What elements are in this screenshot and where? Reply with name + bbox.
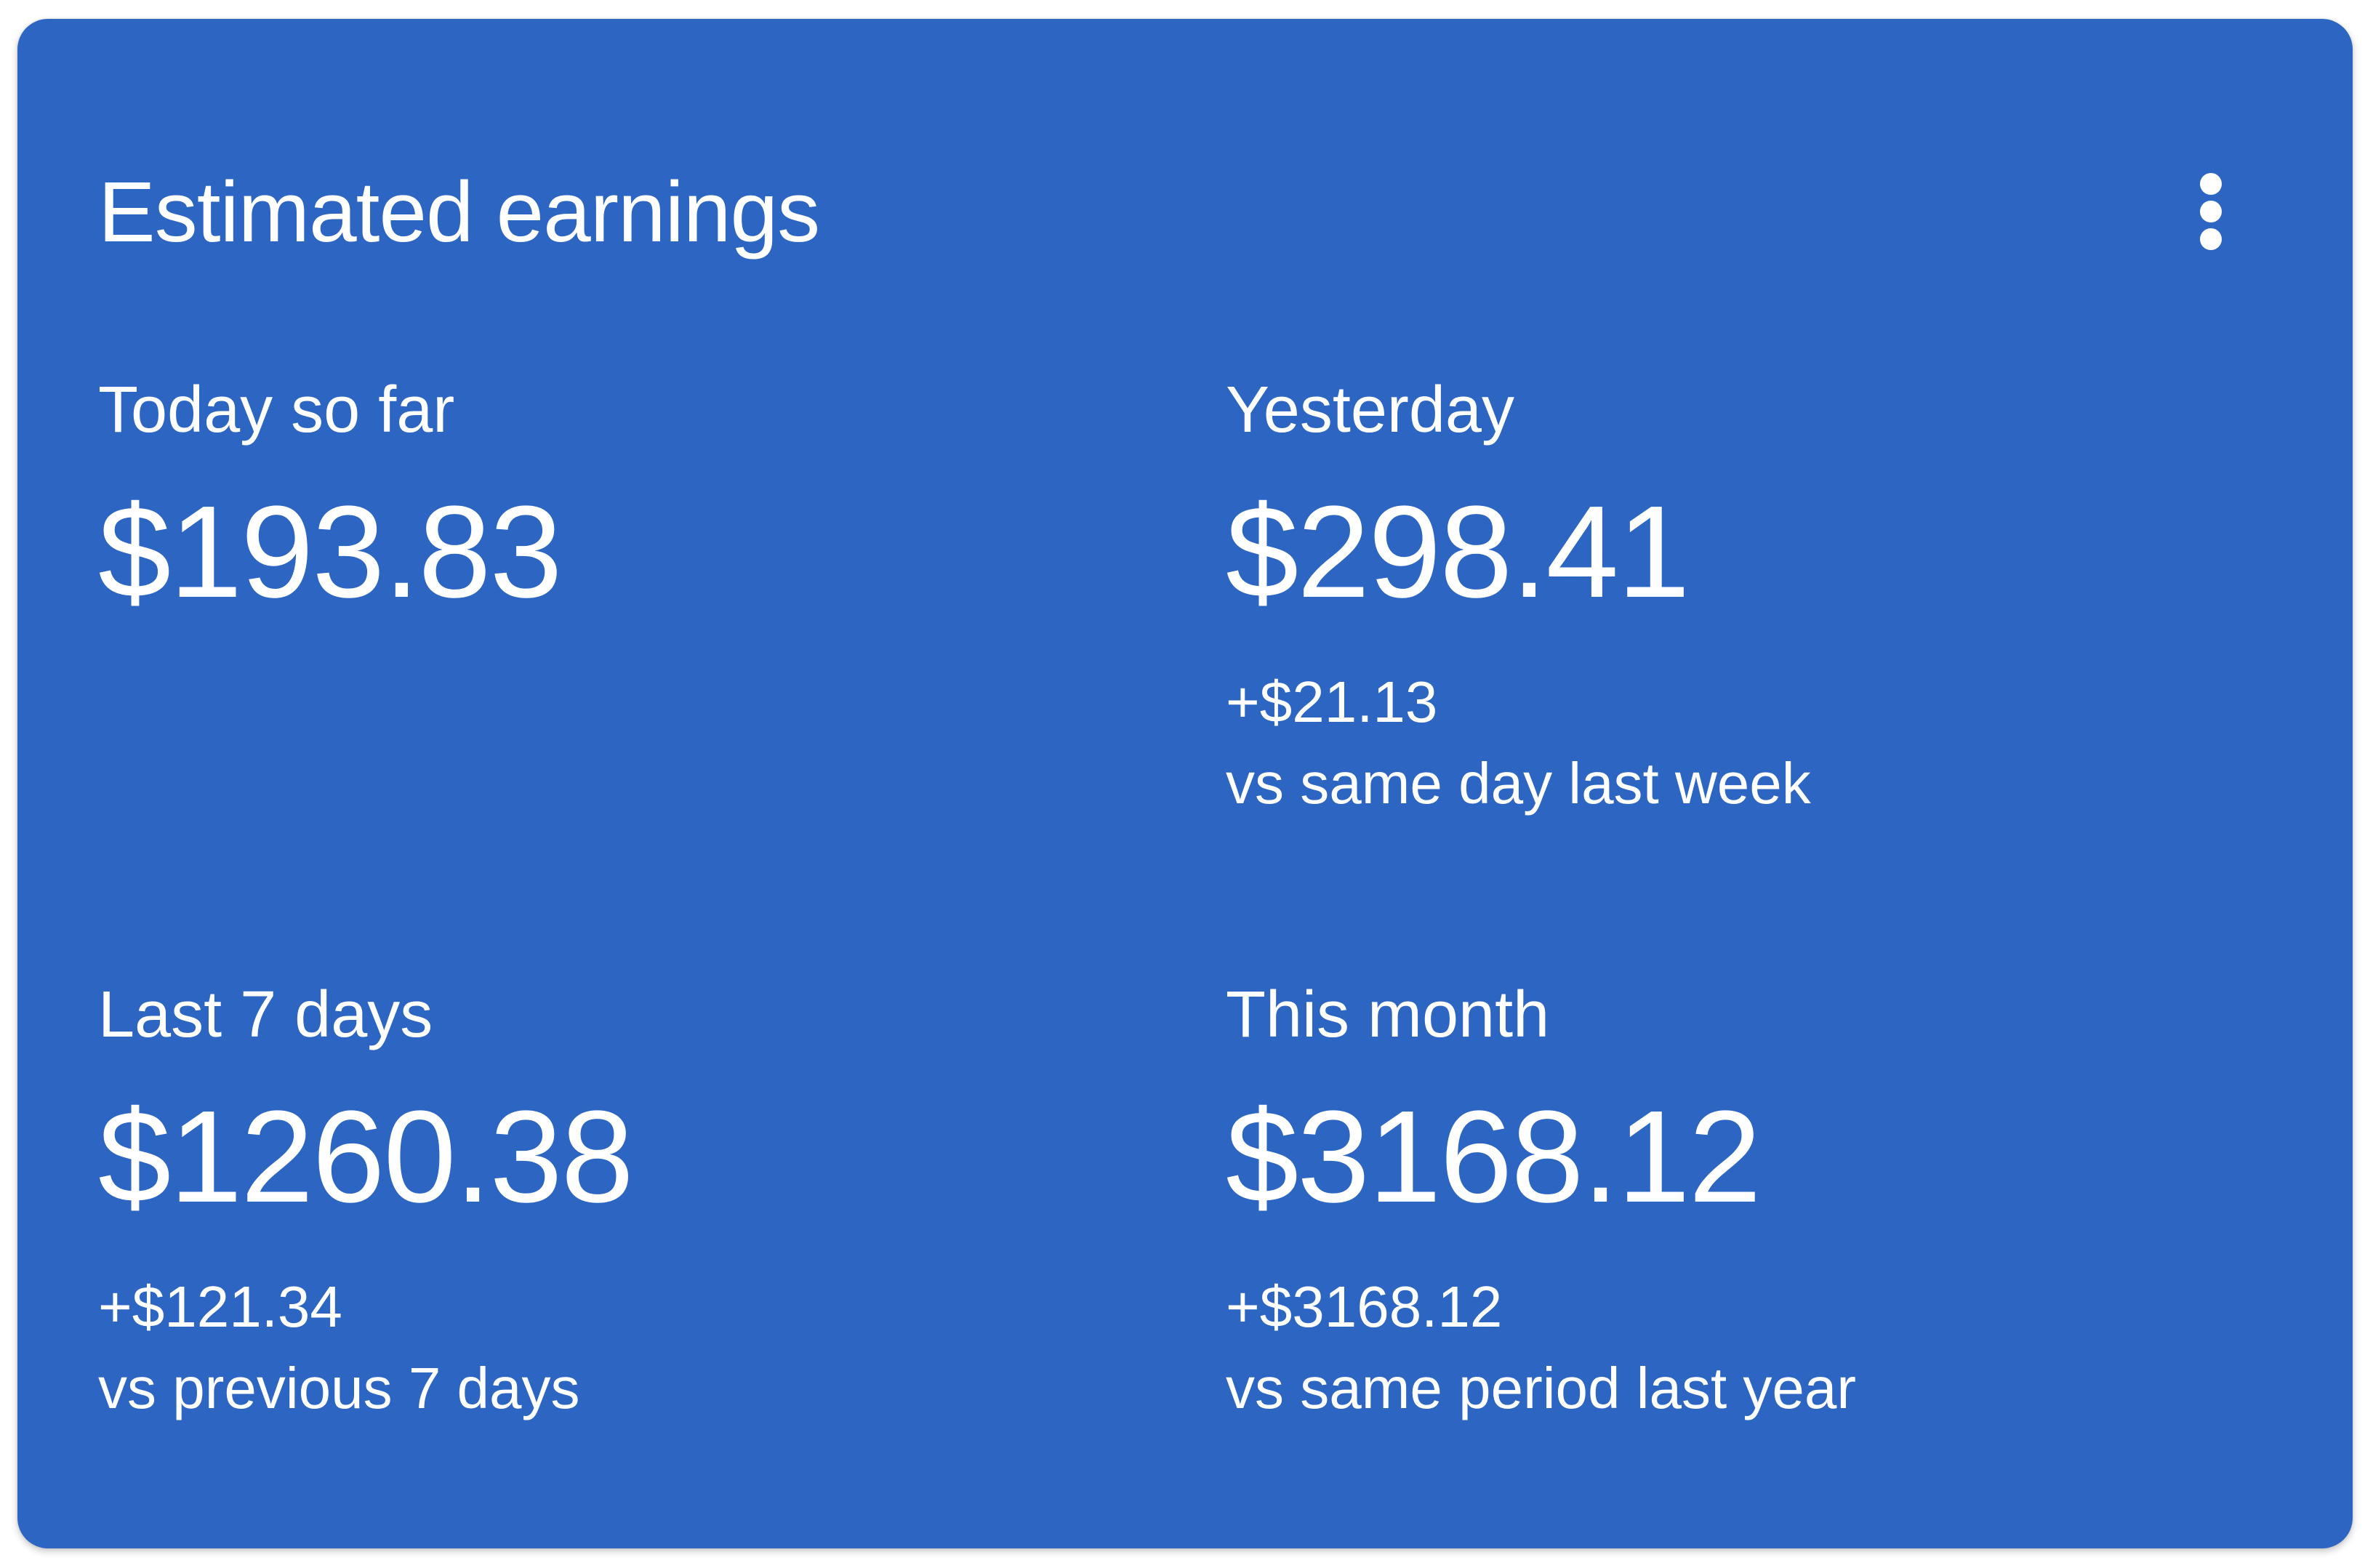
card-title: Estimated earnings — [98, 164, 820, 260]
metric-label: Today so far — [98, 374, 455, 446]
metric-delta: +$21.13 — [1226, 670, 1438, 734]
metric-value: $1260.38 — [98, 1084, 634, 1230]
metric-delta: +$3168.12 — [1226, 1274, 1503, 1339]
estimated-earnings-card: Estimated earnings Today so far $193.83 … — [17, 19, 2353, 1548]
metric-last-7-days: Last 7 days $1260.38 +$121.34 vs previou… — [98, 976, 1116, 1423]
metric-comparison: vs same day last week — [1226, 751, 1811, 816]
more-options-button[interactable] — [2178, 164, 2244, 259]
metric-delta: +$121.34 — [98, 1274, 342, 1339]
metric-label: This month — [1226, 978, 1550, 1051]
more-vert-icon-dot — [2200, 228, 2222, 250]
metric-label: Last 7 days — [98, 978, 433, 1051]
metric-value: $3168.12 — [1226, 1084, 1762, 1230]
metric-comparison: vs same period last year — [1226, 1356, 1857, 1420]
more-vert-icon — [2200, 173, 2222, 195]
metric-this-month: This month $3168.12 +$3168.12 vs same pe… — [1226, 976, 2244, 1423]
metric-value: $193.83 — [98, 479, 563, 625]
metric-value: $298.41 — [1226, 479, 1690, 625]
more-vert-icon-dot — [2200, 201, 2222, 222]
metric-label: Yesterday — [1226, 374, 1514, 446]
metric-comparison: vs previous 7 days — [98, 1356, 580, 1420]
metric-today-so-far: Today so far $193.83 — [98, 371, 1116, 625]
metric-yesterday: Yesterday $298.41 +$21.13 vs same day la… — [1226, 371, 2244, 819]
